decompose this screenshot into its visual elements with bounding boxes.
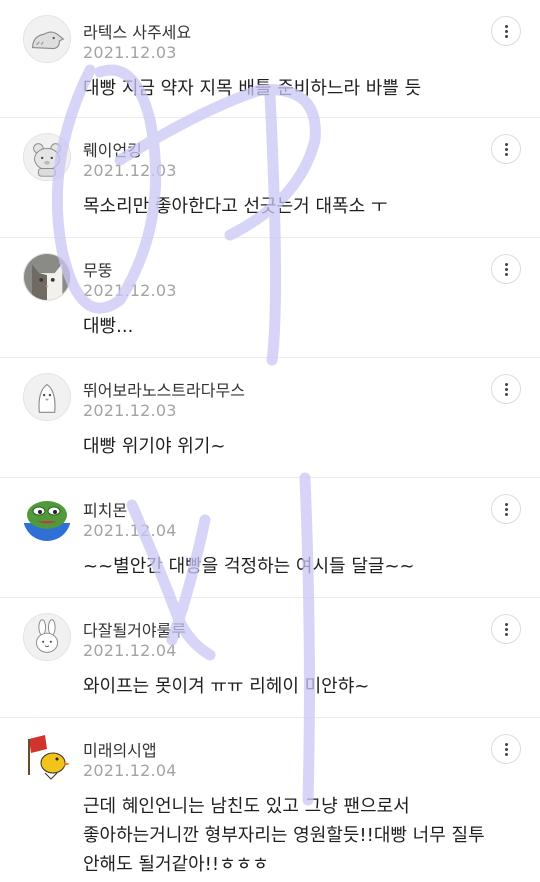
comment-item: 무뚱 2021.12.03 대빵... bbox=[0, 238, 540, 358]
bird-flag-avatar[interactable] bbox=[23, 733, 71, 781]
comment-text: 와이프는 못이겨 ㅠㅠ 리헤이 미안햐~ bbox=[83, 676, 370, 697]
comment-text: 대빵 지금 약자 지목 배틀 준비하느라 바쁠 듯 bbox=[83, 78, 422, 99]
comment-date: 2021.12.03 bbox=[83, 401, 177, 420]
comment-author[interactable]: 미래의시앱 bbox=[83, 737, 157, 761]
comment-date: 2021.12.03 bbox=[83, 43, 177, 62]
comment-item: 뛰어보라노스트라다무스 2021.12.03 대빵 위기야 위기~ bbox=[0, 358, 540, 478]
comment-author[interactable]: 피치몬 bbox=[83, 497, 127, 521]
comment-author[interactable]: 무뚱 bbox=[83, 257, 112, 281]
more-options-icon[interactable] bbox=[491, 254, 521, 284]
comment-author[interactable]: 뛰어보라노스트라다무스 bbox=[83, 377, 245, 401]
comment-text: 대빵 위기야 위기~ bbox=[83, 436, 226, 457]
comment-date: 2021.12.04 bbox=[83, 641, 177, 660]
comment-text: 목소리만 좋아한다고 선긋는거 대폭소 ㅜ bbox=[83, 196, 388, 217]
more-options-icon[interactable] bbox=[491, 494, 521, 524]
comment-item: 피치몬 2021.12.04 ~~별안간 대빵을 걱정하는 여시들 달글~~ bbox=[0, 478, 540, 598]
frog-avatar[interactable] bbox=[23, 493, 71, 541]
comment-author[interactable]: 라텍스 사주세요 bbox=[83, 19, 191, 43]
dinosaur-avatar[interactable] bbox=[23, 15, 71, 63]
rabbit-avatar[interactable] bbox=[23, 613, 71, 661]
more-options-icon[interactable] bbox=[491, 16, 521, 46]
more-options-icon[interactable] bbox=[491, 134, 521, 164]
more-options-icon[interactable] bbox=[491, 374, 521, 404]
penguin-avatar[interactable] bbox=[23, 373, 71, 421]
comment-text: ~~별안간 대빵을 걱정하는 여시들 달글~~ bbox=[83, 556, 415, 577]
comment-item: 미래의시앱 2021.12.04 근데 혜인언니는 남친도 있고 그냥 팬으로서… bbox=[0, 718, 540, 882]
comment-text: 대빵... bbox=[83, 316, 134, 337]
comment-author[interactable]: 뤠이언킹 bbox=[83, 137, 142, 161]
more-options-icon[interactable] bbox=[491, 734, 521, 764]
comment-text: 근데 혜인언니는 남친도 있고 그냥 팬으로서 좋아하는거니깐 형부자리는 영원… bbox=[83, 796, 485, 875]
cat-photo-avatar[interactable] bbox=[23, 253, 71, 301]
comment-date: 2021.12.04 bbox=[83, 521, 177, 540]
comment-date: 2021.12.03 bbox=[83, 281, 177, 300]
comment-author[interactable]: 다잘될거야룰루 bbox=[83, 617, 186, 641]
bear-avatar[interactable] bbox=[23, 133, 71, 181]
comment-date: 2021.12.04 bbox=[83, 761, 177, 780]
more-options-icon[interactable] bbox=[491, 614, 521, 644]
comment-date: 2021.12.03 bbox=[83, 161, 177, 180]
comment-item: 뤠이언킹 2021.12.03 목소리만 좋아한다고 선긋는거 대폭소 ㅜ bbox=[0, 118, 540, 238]
comment-item: 라텍스 사주세요 2021.12.03 대빵 지금 약자 지목 배틀 준비하느라… bbox=[0, 0, 540, 118]
comment-item: 다잘될거야룰루 2021.12.04 와이프는 못이겨 ㅠㅠ 리헤이 미안햐~ bbox=[0, 598, 540, 718]
